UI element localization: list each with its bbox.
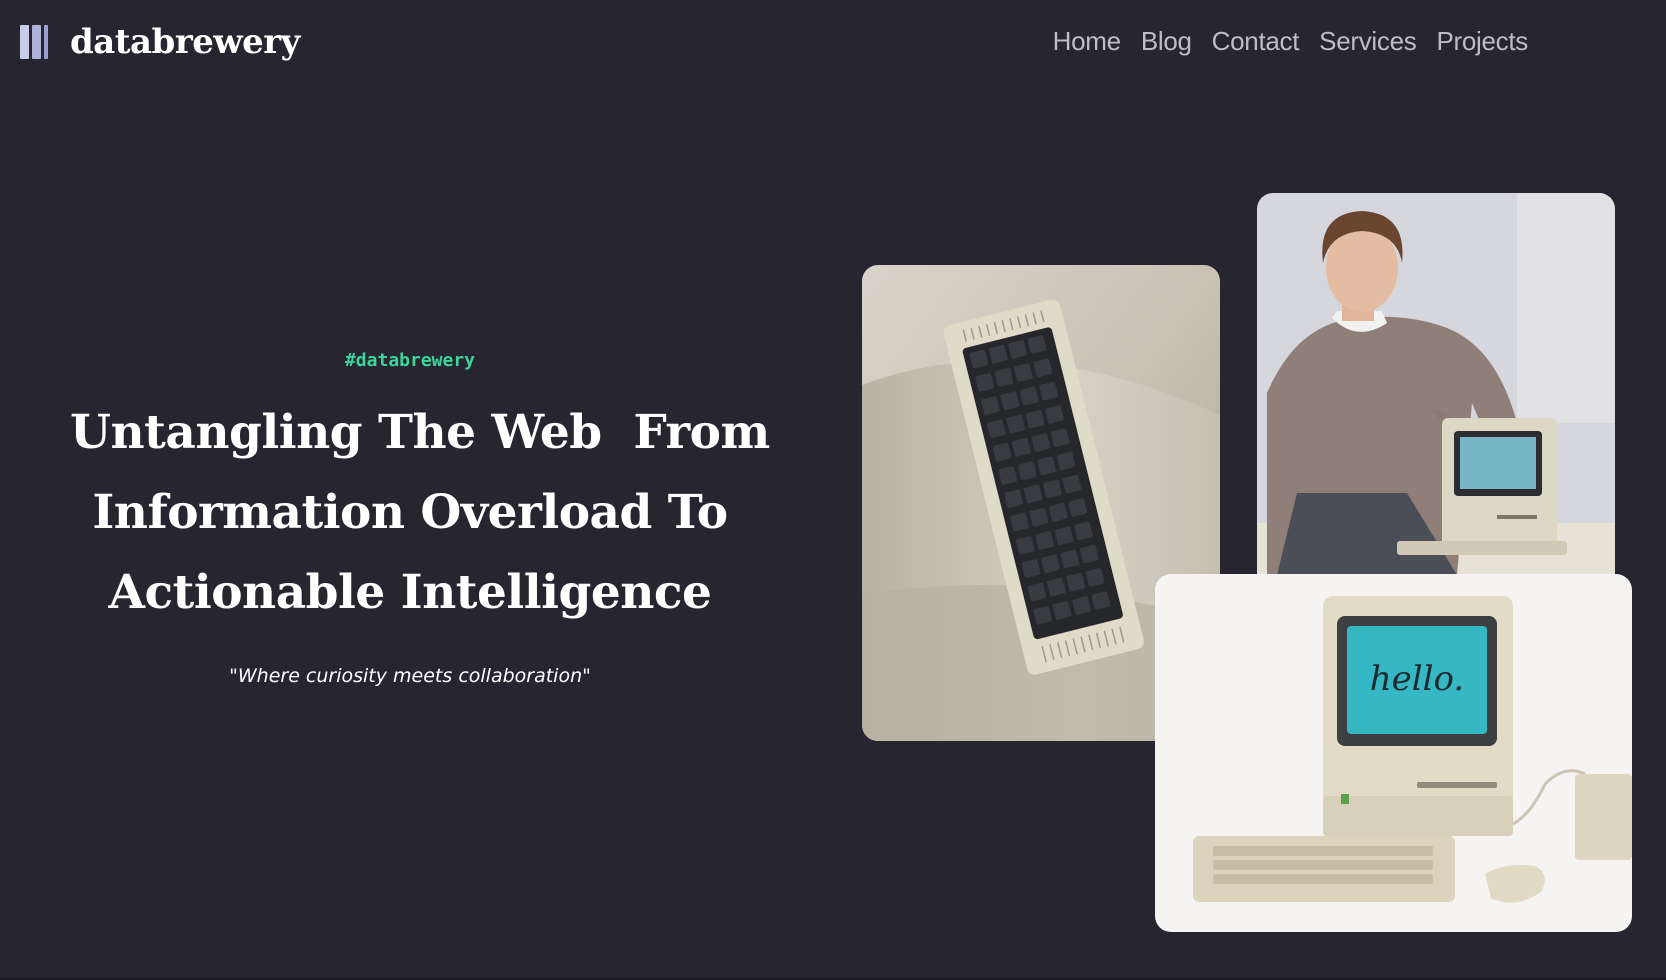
screen-hello-text: hello. xyxy=(1370,659,1464,699)
logo-text: databrewery xyxy=(70,22,300,62)
nav-projects[interactable]: Projects xyxy=(1436,26,1528,57)
nav-contact[interactable]: Contact xyxy=(1212,26,1300,57)
main-nav: Home Blog Contact Services Projects xyxy=(1053,26,1529,57)
macintosh-hello-photo: hello. xyxy=(1155,574,1632,932)
nav-home[interactable]: Home xyxy=(1053,26,1121,57)
headline-line-1: Untangling The Web From xyxy=(70,405,770,460)
hero-tagline: "Where curiosity meets collaboration" xyxy=(229,665,591,687)
headline-line-2: Information Overload To xyxy=(92,485,728,540)
book-columns-icon xyxy=(20,25,52,59)
nav-blog[interactable]: Blog xyxy=(1141,26,1192,57)
hero-headline: Untangling The Web From Information Over… xyxy=(70,393,770,633)
hero-section: #databrewery Untangling The Web From Inf… xyxy=(70,350,770,687)
site-logo[interactable]: databrewery xyxy=(20,22,300,62)
headline-line-3: Actionable Intelligence xyxy=(108,565,712,620)
nav-services[interactable]: Services xyxy=(1319,26,1417,57)
person-with-computer-photo xyxy=(1257,193,1615,575)
hero-hashtag: #databrewery xyxy=(344,350,476,371)
